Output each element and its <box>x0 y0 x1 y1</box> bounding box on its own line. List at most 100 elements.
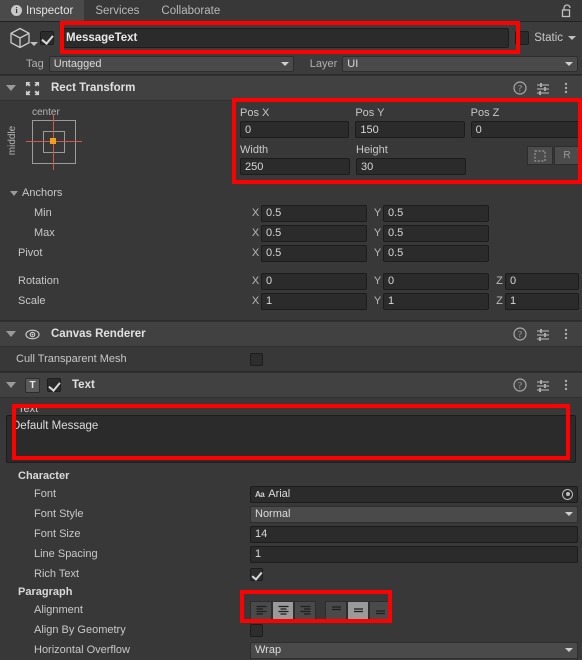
pos-y-group: Pos Y 150 <box>355 105 465 138</box>
line-spacing-input[interactable]: 1 <box>250 545 578 563</box>
pivot-y-input[interactable]: 0.5 <box>383 244 489 262</box>
anchors-label: Anchors <box>22 187 63 199</box>
help-icon[interactable]: ? <box>513 81 527 95</box>
align-by-geometry-row: Align By Geometry <box>0 620 582 640</box>
cull-transparent-mesh-checkbox[interactable] <box>250 352 263 366</box>
scale-x-value: 1 <box>266 295 273 307</box>
blueprint-mode-button[interactable] <box>527 146 553 165</box>
rotation-y-input[interactable]: 0 <box>383 272 489 290</box>
line-spacing-value: 1 <box>255 548 262 560</box>
anchor-min-x-input[interactable]: 0.5 <box>261 204 367 222</box>
anchor-preset-widget[interactable]: center middle <box>7 105 100 177</box>
pos-z-input[interactable]: 0 <box>470 121 580 138</box>
tab-collaborate-label: Collaborate <box>161 4 221 17</box>
tag-value: Untagged <box>53 58 102 70</box>
help-icon[interactable]: ? <box>513 327 527 341</box>
align-center-button[interactable] <box>272 600 294 620</box>
anchor-max-x-input[interactable]: 0.5 <box>261 224 367 242</box>
rect-transform-foldout-icon[interactable] <box>6 85 16 91</box>
kebab-menu-icon[interactable] <box>559 378 573 392</box>
rect-transform-header[interactable]: Rect Transform ? <box>0 75 582 101</box>
gameobject-name-input[interactable]: MessageText <box>60 28 510 48</box>
alignment-row: Alignment <box>0 600 582 620</box>
anchor-min-row: Min X 0.5 Y 0.5 <box>0 203 582 223</box>
align-right-button[interactable] <box>294 600 316 620</box>
anchor-max-row: Max X 0.5 Y 0.5 <box>0 223 582 243</box>
rect-transform-title: Rect Transform <box>51 82 136 94</box>
gameobject-enabled-checkbox[interactable] <box>40 31 54 45</box>
align-middle-button[interactable] <box>347 600 369 620</box>
align-by-geometry-checkbox[interactable] <box>250 623 263 637</box>
pos-y-input[interactable]: 150 <box>355 121 465 138</box>
anchors-foldout-icon[interactable] <box>10 190 18 196</box>
font-size-input[interactable]: 14 <box>250 525 578 543</box>
static-group: Static <box>515 31 582 45</box>
width-input[interactable]: 250 <box>240 158 350 175</box>
scale-label: Scale <box>18 295 46 307</box>
preset-icon[interactable] <box>536 81 550 95</box>
lock-open-icon[interactable] <box>561 4 573 18</box>
rich-text-checkbox[interactable] <box>250 567 263 581</box>
canvas-renderer-header[interactable]: Canvas Renderer ? <box>0 321 582 347</box>
gameobject-icon-wrap[interactable] <box>6 22 40 54</box>
width-value: 250 <box>245 160 264 173</box>
align-bottom-button[interactable] <box>369 600 391 620</box>
pivot-x-input[interactable]: 0.5 <box>261 244 367 262</box>
line-spacing-label: Line Spacing <box>34 548 98 560</box>
scale-row: Scale X 1 Y 1 Z 1 <box>0 291 582 311</box>
svg-text:?: ? <box>518 84 522 94</box>
alignment-horizontal-group <box>250 600 316 620</box>
help-icon[interactable]: ? <box>513 378 527 392</box>
rotation-y-axis: Y <box>373 275 382 287</box>
svg-text:?: ? <box>518 381 522 391</box>
gameobject-icon-dropdown-caret[interactable] <box>30 42 38 46</box>
static-checkbox[interactable] <box>515 31 530 45</box>
preset-icon[interactable] <box>536 378 550 392</box>
object-picker-icon[interactable] <box>562 488 573 500</box>
horizontal-overflow-label: Horizontal Overflow <box>34 644 130 656</box>
height-input[interactable]: 30 <box>356 158 466 175</box>
static-chevron-down-icon[interactable] <box>568 36 576 40</box>
text-component-header[interactable]: T Text ? <box>0 372 582 398</box>
text-component-icon: T <box>25 377 40 393</box>
preset-icon[interactable] <box>536 327 550 341</box>
raw-mode-button[interactable]: R <box>554 146 580 165</box>
tab-services[interactable]: Services <box>84 0 151 21</box>
canvas-renderer-foldout-icon[interactable] <box>6 331 16 337</box>
rotation-z-value: 0 <box>510 275 517 287</box>
rotation-x-input[interactable]: 0 <box>261 272 367 290</box>
text-component-foldout-icon[interactable] <box>6 382 16 388</box>
pos-z-value: 0 <box>475 123 482 136</box>
tag-chevron-down-icon <box>280 62 289 66</box>
kebab-menu-icon[interactable] <box>559 81 573 95</box>
rect-transform-body: center middle Pos X 0 Pos Y 150 Pos Z 0 … <box>0 101 582 183</box>
rich-text-label: Rich Text <box>34 568 80 580</box>
scale-x-input[interactable]: 1 <box>261 292 367 310</box>
align-left-button[interactable] <box>250 600 272 620</box>
anchors-foldout-row[interactable]: Anchors <box>0 183 582 203</box>
scale-z-value: 1 <box>510 295 517 307</box>
blueprint-raw-buttons: R <box>527 146 580 165</box>
blueprint-mode-icon <box>534 149 546 162</box>
scale-z-input[interactable]: 1 <box>505 292 579 310</box>
horizontal-overflow-dropdown[interactable]: Wrap <box>250 641 578 659</box>
align-top-button[interactable] <box>325 600 347 620</box>
kebab-menu-icon[interactable] <box>559 327 573 341</box>
text-content-textarea[interactable]: Default Message <box>6 415 576 463</box>
anchor-min-y-input[interactable]: 0.5 <box>383 204 489 222</box>
font-style-dropdown[interactable]: Normal <box>250 505 578 523</box>
anchor-pivot-dot <box>50 138 56 144</box>
scale-y-input[interactable]: 1 <box>383 292 489 310</box>
tab-collaborate[interactable]: Collaborate <box>150 0 232 21</box>
text-component-enabled-checkbox[interactable] <box>47 378 61 392</box>
rotation-y-value: 0 <box>388 275 395 287</box>
anchor-max-y-input[interactable]: 0.5 <box>383 224 489 242</box>
tab-inspector[interactable]: i Inspector <box>0 0 85 21</box>
text-component-header-icons: ? <box>513 378 576 392</box>
layer-dropdown[interactable]: UI <box>342 56 578 72</box>
tag-dropdown[interactable]: Untagged <box>48 56 294 72</box>
font-object-field[interactable]: Aa Arial <box>250 485 578 503</box>
font-size-value: 14 <box>255 528 268 540</box>
rotation-z-input[interactable]: 0 <box>505 272 579 290</box>
pos-x-input[interactable]: 0 <box>240 121 350 138</box>
